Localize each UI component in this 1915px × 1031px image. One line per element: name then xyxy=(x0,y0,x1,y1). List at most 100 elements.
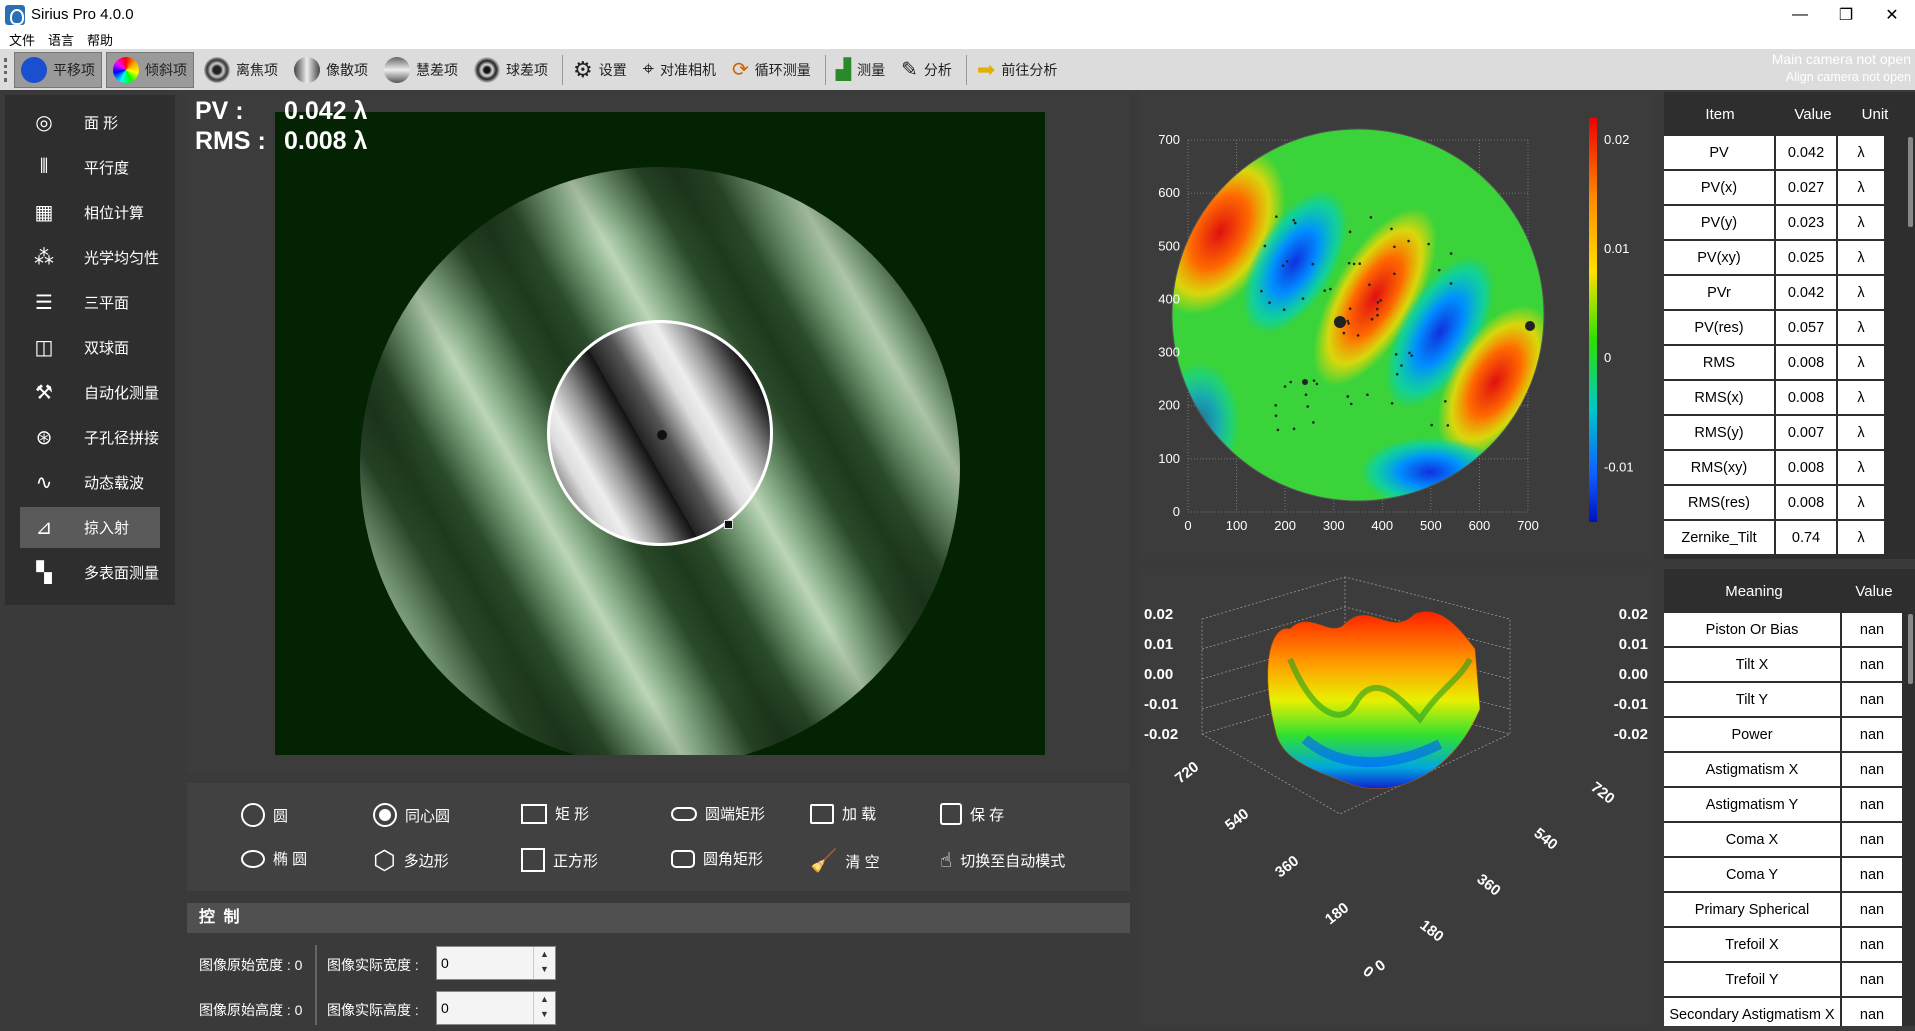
nav-surface[interactable]: ◎ 面 形 xyxy=(20,102,160,143)
nav-multi-surface[interactable]: ▚ 多表面测量 xyxy=(20,552,160,593)
y-tick-label-3d: 360 xyxy=(1474,871,1504,900)
menu-help[interactable]: 帮助 xyxy=(87,30,113,49)
nav-three-flat[interactable]: ☰ 三平面 xyxy=(20,282,160,323)
nav-grazing[interactable]: ⊿ 掠入射 xyxy=(20,507,160,548)
table-row[interactable]: Zernike_Tilt 0.74 λ xyxy=(1664,521,1915,554)
table-cell: 0.007 xyxy=(1776,416,1836,449)
table-row[interactable]: Piston Or Bias nan xyxy=(1664,613,1915,646)
z-tick-label: 0.01 xyxy=(1619,636,1648,653)
nav-stitching[interactable]: ⊛ 子孔径拼接 xyxy=(20,417,160,458)
table-row[interactable]: RMS(res) 0.008 λ xyxy=(1664,486,1915,519)
table-cell: Piston Or Bias xyxy=(1664,613,1840,646)
clear-button[interactable]: 🧹 清 空 xyxy=(810,848,880,874)
auto-mode-button[interactable]: ☝ 切换至自动模式 xyxy=(940,848,1065,873)
robot-arm-icon: ⚒ xyxy=(35,382,53,404)
gear-icon: ⚙ xyxy=(573,56,593,82)
zernike-table-scrollbar[interactable] xyxy=(1908,614,1913,684)
table-row[interactable]: Power nan xyxy=(1664,718,1915,751)
roi-center-marker[interactable] xyxy=(657,430,667,440)
colorbar-tick-label: 0.01 xyxy=(1604,241,1629,256)
table-cell: nan xyxy=(1842,963,1902,996)
polygon-icon: ⬡ xyxy=(373,845,396,875)
save-button[interactable]: 保 存 xyxy=(940,803,1004,825)
piston-button[interactable]: 平移项 xyxy=(14,51,102,88)
spherical-button[interactable]: 球差项 xyxy=(468,52,554,88)
x-tick-label: 300 xyxy=(1323,518,1345,533)
actual-height-input[interactable]: 0 ▲ ▼ xyxy=(436,991,556,1025)
table-row[interactable]: Secondary Astigmatism Xnan xyxy=(1664,998,1915,1026)
camera-view[interactable] xyxy=(275,112,1045,755)
roi-resize-handle[interactable] xyxy=(724,520,733,529)
table-row[interactable]: PV(xy) 0.025 λ xyxy=(1664,241,1915,274)
x-tick-label: 500 xyxy=(1420,518,1442,533)
nav-double-sphere[interactable]: ◫ 双球面 xyxy=(20,327,160,368)
settings-button[interactable]: ⚙ 设置 xyxy=(567,52,633,88)
menu-file[interactable]: 文件 xyxy=(9,30,35,49)
spinner-arrows-icon[interactable]: ▲ ▼ xyxy=(533,992,555,1024)
align-camera-button[interactable]: ⌖ 对准相机 xyxy=(637,52,722,88)
table-row[interactable]: Tilt Ynan xyxy=(1664,683,1915,716)
measure-label: 测量 xyxy=(857,61,886,78)
y-tick-label: 600 xyxy=(1158,185,1180,200)
table-row[interactable]: Coma Xnan xyxy=(1664,823,1915,856)
minimize-button[interactable]: — xyxy=(1777,0,1823,29)
table-row[interactable]: RMS(x) 0.008 λ xyxy=(1664,381,1915,414)
load-button[interactable]: 加 载 xyxy=(810,803,876,824)
table-row[interactable]: PV 0.042 λ xyxy=(1664,136,1915,169)
settings-label: 设置 xyxy=(598,61,627,78)
restore-button[interactable]: ❐ xyxy=(1823,0,1869,29)
surface-map-2d: 0 100 200 300 400 500 600 700 0 100 200 300 400 500 60… xyxy=(1140,92,1653,559)
table-row[interactable]: Astigmatism Xnan xyxy=(1664,753,1915,786)
shape-toolbar: 圆 同心圆 矩 形 圆端矩形 加 载 保 存 椭 圆 ⬡ 多边形 正方形 圆角矩形… xyxy=(187,783,1130,891)
chart-icon: ▟ xyxy=(835,59,852,81)
table-row[interactable]: RMS(xy) 0.008 λ xyxy=(1664,451,1915,484)
table-row[interactable]: Trefoil Xnan xyxy=(1664,928,1915,961)
menu-language[interactable]: 语言 xyxy=(48,30,74,49)
tilt-button[interactable]: 倾斜项 xyxy=(106,51,194,88)
defocus-button[interactable]: 离焦项 xyxy=(198,52,284,88)
table-cell: Tilt X xyxy=(1664,648,1840,681)
rainbow-circle-icon xyxy=(113,56,139,83)
table-row[interactable]: RMS 0.008 λ xyxy=(1664,346,1915,379)
table-row[interactable]: PV(x) 0.027 λ xyxy=(1664,171,1915,204)
table-row[interactable]: PV(y) 0.023 λ xyxy=(1664,206,1915,239)
round-end-rect-button[interactable]: 圆端矩形 xyxy=(671,803,765,824)
nav-dynamic-carrier[interactable]: ∿ 动态载波 xyxy=(20,462,160,503)
colorbar-tick-label: 0.02 xyxy=(1604,132,1629,147)
y-tick-label: 200 xyxy=(1158,398,1180,413)
y-tick-label: 400 xyxy=(1158,291,1180,306)
table-row[interactable]: Tilt Xnan xyxy=(1664,648,1915,681)
orig-width-label: 图像原始宽度 : 0 xyxy=(199,957,303,973)
circle-button[interactable]: 圆 xyxy=(241,803,288,827)
table-row[interactable]: PVr 0.042 λ xyxy=(1664,276,1915,309)
toolbar-grip[interactable] xyxy=(4,57,14,82)
ellipse-button[interactable]: 椭 圆 xyxy=(241,848,307,869)
stats-table-scrollbar[interactable] xyxy=(1908,137,1913,227)
table-cell: nan xyxy=(1842,613,1902,646)
round-corner-rect-button[interactable]: 圆角矩形 xyxy=(671,848,763,869)
nav-phase-calc[interactable]: ▦ 相位计算 xyxy=(20,192,160,233)
actual-width-input[interactable]: 0 ▲ ▼ xyxy=(436,946,556,980)
rect-button[interactable]: 矩 形 xyxy=(521,803,589,824)
cycle-measure-button[interactable]: ⟳ 循环测量 xyxy=(726,52,817,88)
table-row[interactable]: Trefoil Ynan xyxy=(1664,963,1915,996)
astigmatism-button[interactable]: 像散项 xyxy=(288,52,374,88)
concentric-button[interactable]: 同心圆 xyxy=(373,803,450,827)
coma-button[interactable]: 慧差项 xyxy=(378,52,464,88)
table-row[interactable]: Coma Ynan xyxy=(1664,858,1915,891)
nav-parallelism[interactable]: ⦀ 平行度 xyxy=(20,147,160,188)
polygon-button[interactable]: ⬡ 多边形 xyxy=(373,845,449,875)
rms-label: RMS : xyxy=(195,127,266,155)
goto-analysis-button[interactable]: ➡ 前往分析 xyxy=(971,52,1063,88)
measure-button[interactable]: ▟ 测量 xyxy=(830,52,891,88)
table-row[interactable]: Primary Spherical nan xyxy=(1664,893,1915,926)
spinner-arrows-icon[interactable]: ▲ ▼ xyxy=(533,947,555,979)
table-row[interactable]: RMS(y) 0.007 λ xyxy=(1664,416,1915,449)
nav-homogeneity[interactable]: ⁂ 光学均匀性 xyxy=(20,237,160,278)
table-row[interactable]: Astigmatism Ynan xyxy=(1664,788,1915,821)
table-row[interactable]: PV(res) 0.057 λ xyxy=(1664,311,1915,344)
analyze-button[interactable]: ✎ 分析 xyxy=(895,52,958,88)
square-button[interactable]: 正方形 xyxy=(521,848,598,872)
close-button[interactable]: ✕ xyxy=(1869,0,1915,29)
nav-auto-measure[interactable]: ⚒ 自动化测量 xyxy=(20,372,160,413)
